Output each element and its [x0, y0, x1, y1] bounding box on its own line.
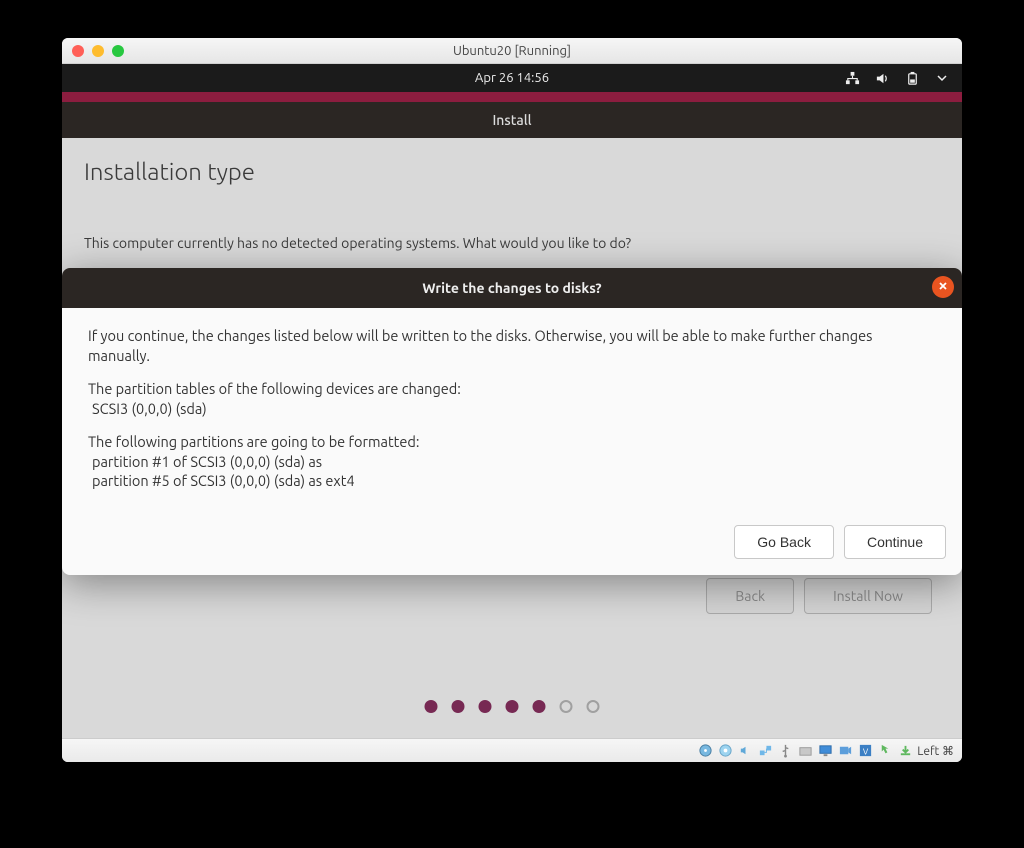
- usb-icon[interactable]: [777, 743, 793, 759]
- datetime: Apr 26 14:56: [475, 71, 549, 85]
- hard-disk-icon[interactable]: [697, 743, 713, 759]
- topbar-system-icons[interactable]: [844, 70, 950, 86]
- back-button: Back: [706, 578, 794, 614]
- dialog-body: If you continue, the changes listed belo…: [62, 308, 962, 515]
- step-dot: [479, 700, 492, 713]
- step-dot: [425, 700, 438, 713]
- installer-header-label: Install: [492, 112, 531, 128]
- close-icon: [938, 280, 948, 294]
- page-description: This computer currently has no detected …: [84, 235, 940, 251]
- step-dot: [452, 700, 465, 713]
- volume-icon: [874, 70, 890, 86]
- optical-drive-icon[interactable]: [717, 743, 733, 759]
- step-dot: [506, 700, 519, 713]
- vm-window: Ubuntu20 [Running] Apr 26 14:56 Install …: [62, 38, 962, 762]
- step-dot: [533, 700, 546, 713]
- display-icon[interactable]: [817, 743, 833, 759]
- format-line: partition #5 of SCSI3 (0,0,0) (sda) as e…: [92, 471, 936, 491]
- installer-content: Installation type This computer currentl…: [62, 138, 962, 738]
- tables-heading: The partition tables of the following de…: [88, 380, 461, 397]
- keyboard-capture-icon[interactable]: [897, 743, 913, 759]
- dialog-format-section: The following partitions are going to be…: [88, 432, 936, 491]
- battery-icon: [904, 70, 920, 86]
- network-icon: [844, 70, 860, 86]
- step-dot: [560, 700, 573, 713]
- dialog-intro: If you continue, the changes listed belo…: [88, 326, 936, 365]
- progress-dots: [425, 700, 600, 713]
- vm-statusbar: V Left ⌘: [62, 738, 962, 762]
- audio-icon[interactable]: [737, 743, 753, 759]
- dialog-footer: Go Back Continue: [62, 515, 962, 575]
- shared-folder-icon[interactable]: [797, 743, 813, 759]
- vm-title: Ubuntu20 [Running]: [62, 44, 962, 58]
- page-nav-buttons: Back Install Now: [706, 578, 932, 614]
- mac-titlebar: Ubuntu20 [Running]: [62, 38, 962, 64]
- dialog-title: Write the changes to disks?: [422, 280, 601, 296]
- continue-button[interactable]: Continue: [844, 525, 946, 559]
- recording-icon[interactable]: [837, 743, 853, 759]
- svg-text:V: V: [863, 746, 869, 756]
- page-title: Installation type: [84, 158, 940, 185]
- go-back-button[interactable]: Go Back: [734, 525, 834, 559]
- installer-header: Install: [62, 102, 962, 138]
- ubuntu-topbar: Apr 26 14:56: [62, 64, 962, 92]
- confirm-dialog: Write the changes to disks? If you conti…: [62, 268, 962, 575]
- ubuntu-accent-strip: [62, 92, 962, 102]
- dialog-titlebar: Write the changes to disks?: [62, 268, 962, 308]
- step-dot: [587, 700, 600, 713]
- mouse-integration-icon[interactable]: [877, 743, 893, 759]
- format-heading: The following partitions are going to be…: [88, 433, 419, 450]
- network-adapter-icon[interactable]: [757, 743, 773, 759]
- tables-line: SCSI3 (0,0,0) (sda): [92, 399, 936, 419]
- chevron-down-icon: [934, 70, 950, 86]
- dialog-close-button[interactable]: [932, 276, 954, 298]
- vbox-icon[interactable]: V: [857, 743, 873, 759]
- install-now-button: Install Now: [804, 578, 932, 614]
- dialog-tables-section: The partition tables of the following de…: [88, 379, 936, 418]
- host-key-label: Left ⌘: [917, 744, 954, 758]
- format-line: partition #1 of SCSI3 (0,0,0) (sda) as: [92, 452, 936, 472]
